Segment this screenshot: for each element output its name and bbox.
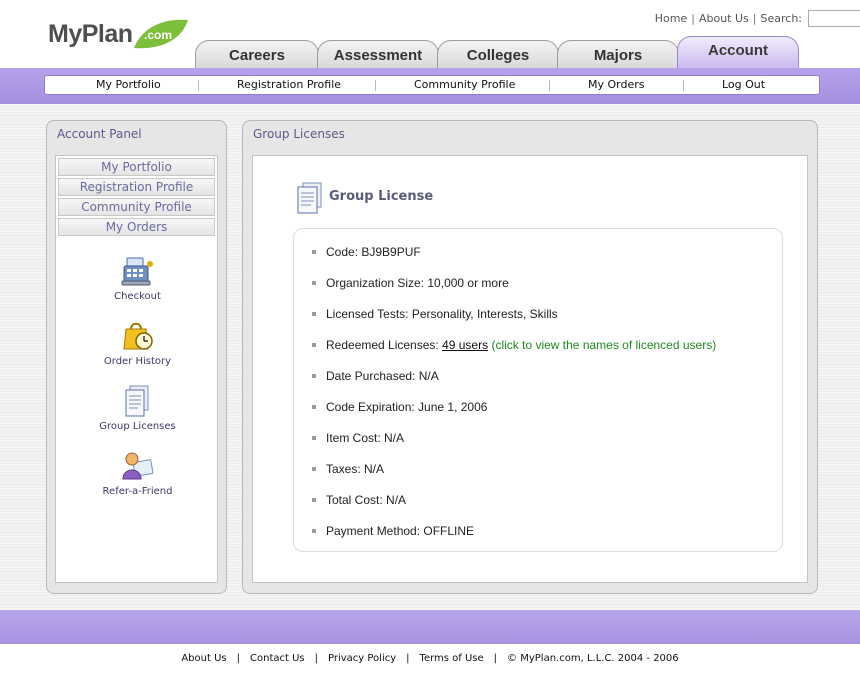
subnav-my-portfolio[interactable]: My Portfolio [96, 78, 161, 91]
footer-privacy-policy-link[interactable]: Privacy Policy [328, 653, 396, 664]
footer-copyright: © MyPlan.com, L.L.C. 2004 - 2006 [507, 653, 679, 664]
checkout-label: Checkout [114, 291, 161, 302]
redeemed-users-hint: (click to view the names of licenced use… [491, 338, 717, 352]
detail-code: Code: BJ9B9PUF [312, 245, 421, 259]
cash-register-icon [121, 257, 153, 286]
search-label: Search: [760, 12, 803, 25]
tab-majors[interactable]: Majors [557, 40, 679, 71]
clock-bag-icon [122, 322, 153, 350]
detail-redeemed-licenses: Redeemed Licenses: 49 users (click to vi… [312, 338, 716, 352]
redeemed-users-link[interactable]: 49 users [442, 338, 488, 352]
subnav-registration-profile[interactable]: Registration Profile [237, 78, 341, 91]
top-links: Home | About Us | Search: [654, 12, 803, 25]
account-subnav: My Portfolio Registration Profile Commun… [44, 75, 820, 95]
detail-taxes: Taxes: N/A [312, 462, 384, 476]
group-licenses-panel: Group Licenses Group License Code: BJ9B9… [242, 120, 818, 594]
group-licenses-panel-title: Group Licenses [253, 127, 345, 141]
tab-careers[interactable]: Careers [195, 40, 319, 71]
group-license-title: Group License [329, 189, 434, 204]
tab-assessment[interactable]: Assessment [317, 40, 439, 71]
panel-menu-registration-profile[interactable]: Registration Profile [58, 178, 215, 196]
logo-suffix: .com [144, 28, 173, 42]
logo-wordmark: MyPlan [48, 20, 133, 48]
document-icon [297, 182, 322, 214]
panel-menu-my-orders[interactable]: My Orders [58, 218, 215, 236]
about-us-link[interactable]: About Us [699, 12, 749, 25]
document-icon [125, 385, 148, 417]
footer-terms-of-use-link[interactable]: Terms of Use [420, 653, 484, 664]
footer-band [0, 610, 860, 644]
order-history-link[interactable]: Order History [56, 319, 219, 367]
order-history-label: Order History [103, 356, 172, 367]
myplan-logo[interactable]: MyPlan .com [48, 18, 198, 58]
tab-colleges[interactable]: Colleges [437, 40, 559, 71]
account-panel-body: My Portfolio Registration Profile Commun… [55, 155, 218, 583]
group-licenses-link[interactable]: Group Licenses [56, 384, 219, 432]
group-licenses-panel-body: Group License Code: BJ9B9PUF Organizatio… [252, 155, 808, 583]
panel-menu-community-profile[interactable]: Community Profile [58, 198, 215, 216]
refer-a-friend-link[interactable]: Refer-a-Friend [56, 449, 219, 497]
search-input[interactable] [808, 10, 860, 27]
footer-links: About Us | Contact Us | Privacy Policy | Terms… [181, 653, 679, 664]
group-license-heading: Group License [295, 182, 433, 218]
checkout-link[interactable]: Checkout [56, 254, 219, 302]
footer-contact-us-link[interactable]: Contact Us [250, 653, 305, 664]
detail-code-expiration: Code Expiration: June 1, 2006 [312, 400, 487, 414]
refer-a-friend-label: Refer-a-Friend [102, 486, 173, 497]
detail-total-cost: Total Cost: N/A [312, 493, 406, 507]
panel-menu-my-portfolio[interactable]: My Portfolio [58, 158, 215, 176]
detail-licensed-tests: Licensed Tests: Personality, Interests, … [312, 307, 558, 321]
home-link[interactable]: Home [655, 12, 687, 25]
license-details: Code: BJ9B9PUF Organization Size: 10,000… [293, 228, 783, 552]
detail-item-cost: Item Cost: N/A [312, 431, 404, 445]
person-card-icon [121, 452, 153, 480]
subnav-my-orders[interactable]: My Orders [588, 78, 645, 91]
footer-about-us-link[interactable]: About Us [181, 653, 226, 664]
detail-date-purchased: Date Purchased: N/A [312, 369, 439, 383]
detail-payment-method: Payment Method: OFFLINE [312, 524, 474, 538]
account-panel: Account Panel My Portfolio Registration … [46, 120, 227, 594]
detail-organization-size: Organization Size: 10,000 or more [312, 276, 509, 290]
tab-account[interactable]: Account [677, 36, 799, 71]
subnav-community-profile[interactable]: Community Profile [414, 78, 515, 91]
account-panel-title: Account Panel [57, 127, 142, 141]
group-licenses-label: Group Licenses [99, 421, 176, 432]
subnav-log-out[interactable]: Log Out [722, 78, 765, 91]
